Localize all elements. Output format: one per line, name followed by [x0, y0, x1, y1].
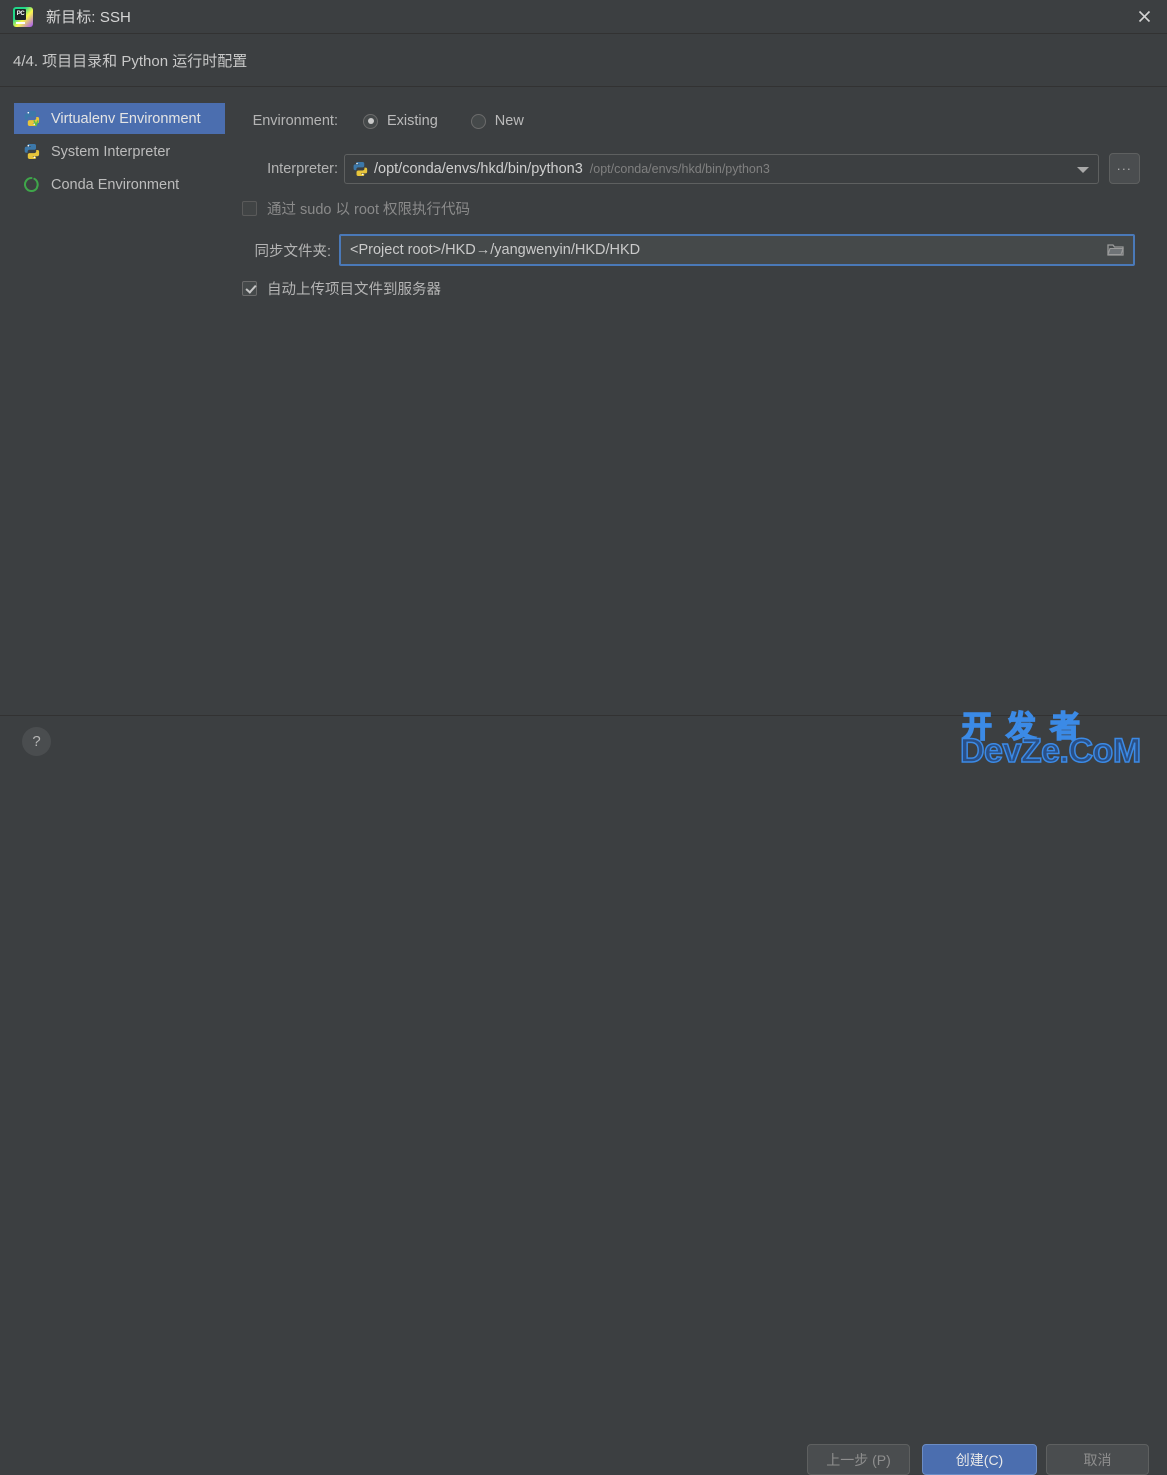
auto-upload-checkbox-box [242, 281, 257, 296]
environment-row: Environment: Existing New [235, 113, 524, 129]
sync-folder-label: 同步文件夹: [254, 243, 331, 260]
sync-folder-value: <Project root>/HKD→/yangwenyin/HKD/HKD [350, 242, 641, 258]
create-button[interactable]: 创建(C) [922, 1444, 1037, 1475]
interpreter-browse-button[interactable]: ... [1109, 153, 1140, 184]
radio-new-indicator [470, 113, 486, 129]
pycharm-icon: PC [13, 6, 33, 27]
sudo-checkbox-row: 通过 sudo 以 root 权限执行代码 [242, 198, 470, 219]
configuration-form: Environment: Existing New Interpreter: /… [235, 87, 1167, 715]
interpreter-row: Interpreter: /opt/conda/envs/hkd/bin/pyt… [235, 153, 1140, 184]
window-title: 新目标: SSH [46, 9, 131, 26]
interpreter-path: /opt/conda/envs/hkd/bin/python3 [374, 160, 583, 177]
sidebar-item-conda-environment[interactable]: Conda Environment [14, 169, 229, 200]
sidebar-item-label: Virtualenv Environment [51, 110, 201, 127]
environment-label: Environment: [252, 113, 338, 129]
pycharm-icon-letters: PC [15, 8, 26, 20]
sudo-checkbox-label: 通过 sudo 以 root 权限执行代码 [267, 202, 471, 218]
close-glyph [1138, 10, 1150, 23]
sidebar-item-virtualenv-environment[interactable]: Virtualenv Environment [14, 103, 225, 134]
folder-icon[interactable] [1107, 242, 1125, 258]
back-button[interactable]: 上一步 (P) [807, 1444, 910, 1475]
radio-existing-indicator [363, 113, 378, 129]
radio-new-label: New [494, 113, 524, 129]
help-label: ? [32, 733, 41, 750]
sidebar-item-label: System Interpreter [51, 143, 171, 160]
conda-icon [23, 176, 40, 193]
sudo-checkbox[interactable]: 通过 sudo 以 root 权限执行代码 [242, 198, 470, 219]
sudo-checkbox-box [242, 201, 257, 216]
cancel-button[interactable]: 取消 [1046, 1444, 1149, 1475]
radio-existing-label: Existing [387, 113, 438, 129]
sync-folder-input[interactable]: <Project root>/HKD→/yangwenyin/HKD/HKD [339, 234, 1135, 266]
ellipsis-icon: ... [1116, 158, 1133, 173]
virtualenv-python-icon [23, 110, 40, 127]
title-bar: PC 新目标: SSH [0, 0, 1167, 34]
close-icon[interactable] [1121, 0, 1167, 33]
radio-existing[interactable]: Existing [363, 113, 438, 129]
step-title: 4/4. 项目目录和 Python 运行时配置 [13, 52, 248, 70]
dialog-footer: ? 上一步 (P) 创建(C) 取消 [0, 715, 1167, 1475]
radio-new[interactable]: New [470, 113, 524, 129]
question-mark-icon[interactable]: ? [22, 727, 51, 756]
auto-upload-checkbox[interactable]: 自动上传项目文件到服务器 [242, 278, 441, 299]
sidebar-item-label: Conda Environment [51, 176, 180, 193]
interpreter-secondary-path: /opt/conda/envs/hkd/bin/python3 [589, 161, 770, 176]
step-header: 4/4. 项目目录和 Python 运行时配置 [0, 34, 1167, 87]
python-icon [23, 143, 40, 160]
chevron-down-icon [1077, 166, 1089, 173]
auto-upload-checkbox-row: 自动上传项目文件到服务器 [242, 278, 441, 299]
sync-folder-row: 同步文件夹: <Project root>/HKD→/yangwenyin/HK… [235, 234, 1135, 266]
pycharm-icon-bar [16, 21, 25, 24]
python-icon [352, 161, 368, 177]
environment-type-sidebar: Virtualenv Environment System Interprete… [0, 87, 235, 715]
sidebar-item-system-interpreter[interactable]: System Interpreter [14, 136, 229, 167]
interpreter-label: Interpreter: [267, 160, 338, 177]
auto-upload-checkbox-label: 自动上传项目文件到服务器 [267, 282, 441, 298]
interpreter-dropdown[interactable]: /opt/conda/envs/hkd/bin/python3 /opt/con… [344, 153, 1099, 184]
